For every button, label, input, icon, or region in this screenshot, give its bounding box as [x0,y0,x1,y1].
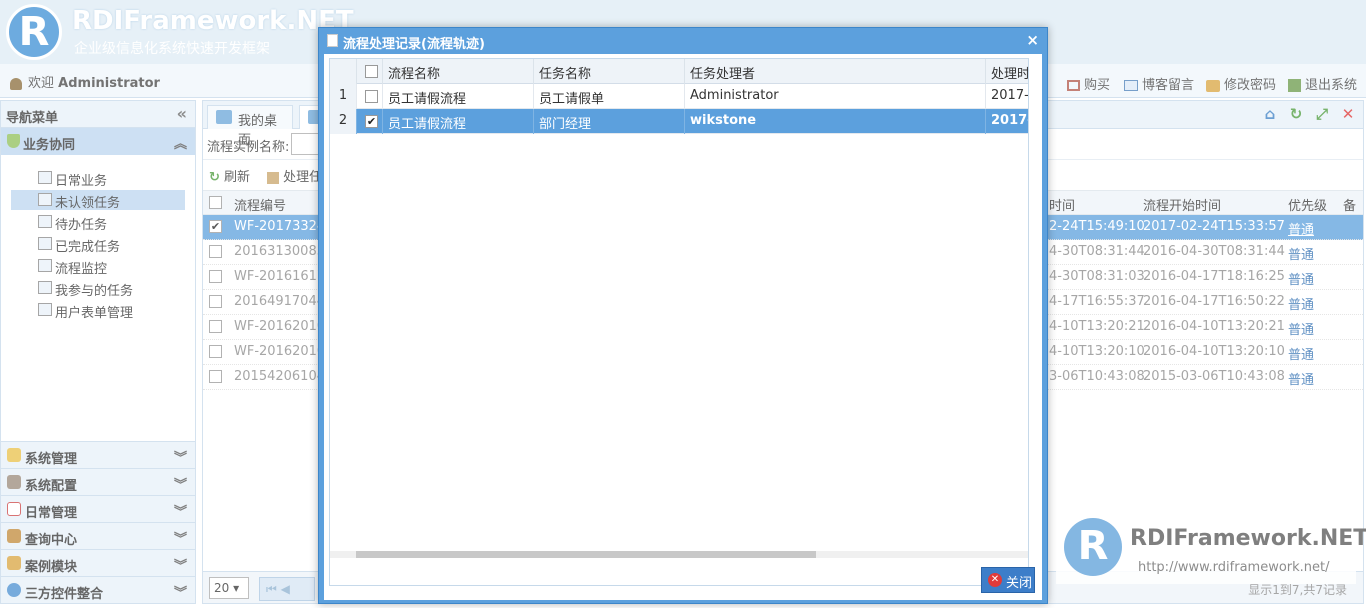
select-all-cell [357,59,383,84]
scrollbar-thumb[interactable] [356,551,816,558]
close-icon: ✕ [988,573,1002,587]
row-checkbox[interactable]: ✔ [365,115,378,128]
row-checkbox[interactable] [365,90,378,103]
flow-record-grid: 流程名称 任务名称 任务处理者 处理时 1 员工请假流程 员工请假单 Admin… [329,58,1029,586]
row-number-header [330,59,357,84]
horizontal-scrollbar[interactable] [330,551,1028,558]
col-flow-name[interactable]: 流程名称 [383,59,534,84]
dialog-body: 流程名称 任务名称 任务处理者 处理时 1 员工请假流程 员工请假单 Admin… [324,54,1042,600]
dialog-title-bar: 流程处理记录(流程轨迹) × [319,28,1047,54]
close-button[interactable]: ✕ 关闭 [981,567,1035,593]
flow-row[interactable]: 1 员工请假流程 员工请假单 Administrator 2017- [330,84,1028,109]
flow-record-dialog: 流程处理记录(流程轨迹) × 流程名称 任务名称 任务处理者 处理时 1 员工请… [318,27,1048,604]
flow-grid-header: 流程名称 任务名称 任务处理者 处理时 [330,59,1028,84]
col-time[interactable]: 处理时 [986,59,1028,84]
select-all-checkbox[interactable] [365,65,378,78]
dialog-close-icon[interactable]: × [1026,31,1039,49]
col-task-name[interactable]: 任务名称 [534,59,685,84]
dialog-title: 流程处理记录(流程轨迹) [343,37,485,52]
document-icon [327,34,338,47]
col-handler[interactable]: 任务处理者 [685,59,986,84]
flow-row[interactable]: 2 ✔ 员工请假流程 部门经理 wikstone 2017- [330,109,1028,134]
